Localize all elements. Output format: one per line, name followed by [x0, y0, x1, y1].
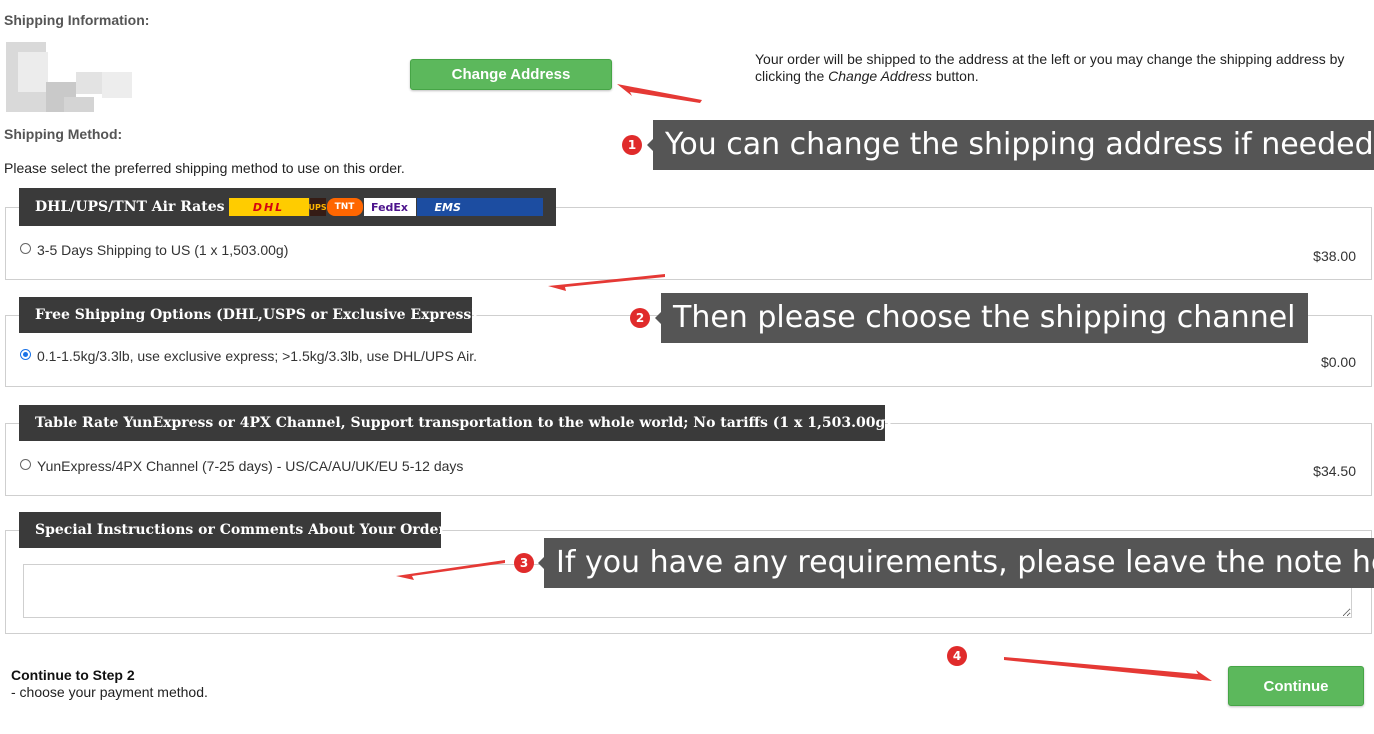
arrow-2 [548, 274, 665, 291]
annotation-badge-3: 3 [514, 553, 534, 573]
annotation-callout-3: If you have any requirements, please lea… [538, 538, 1374, 588]
annotation-badge-4: 4 [947, 646, 967, 666]
arrow-4 [1004, 657, 1212, 681]
annotation-badge-2: 2 [630, 308, 650, 328]
annotation-callout-1: You can change the shipping address if n… [647, 120, 1374, 170]
annotation-arrows [396, 84, 1212, 681]
annotation-callout-2: Then please choose the shipping channel [655, 293, 1308, 343]
annotation-badge-1: 1 [622, 135, 642, 155]
arrow-1 [617, 84, 702, 103]
arrow-3 [396, 560, 505, 580]
